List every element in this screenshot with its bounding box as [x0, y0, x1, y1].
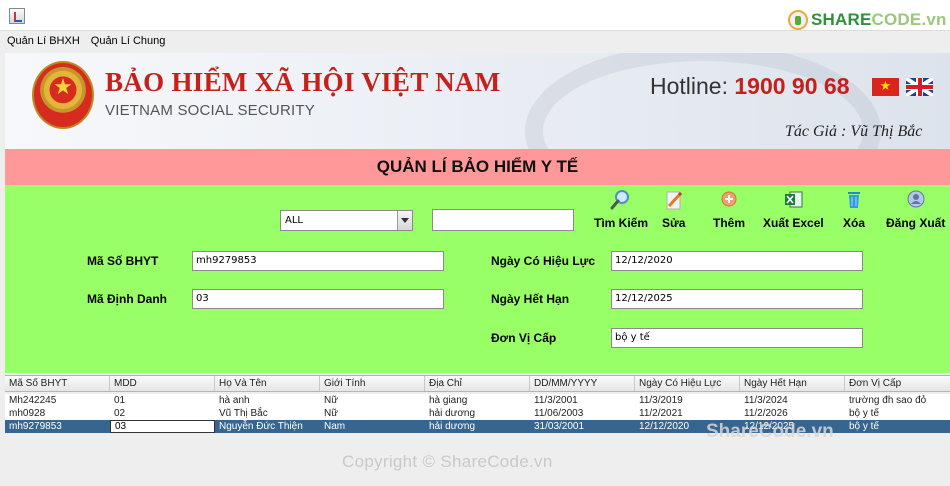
- table-cell[interactable]: Nguyễn Đức Thiện: [215, 420, 320, 433]
- table-cell[interactable]: 11/06/2003: [530, 407, 635, 420]
- column-header[interactable]: Mã Số BHYT: [5, 376, 110, 391]
- table-cell[interactable]: 11/3/2019: [635, 394, 740, 407]
- hotline: Hotline: 1900 90 68: [650, 73, 850, 100]
- sharecode-badge-icon: [788, 10, 808, 30]
- menu-quan-li-chung[interactable]: Quản Lí Chung: [84, 35, 170, 47]
- filter-selected-value: ALL: [285, 215, 303, 226]
- edit-button[interactable]: Sửa: [662, 189, 685, 230]
- table-cell[interactable]: hà giang: [425, 394, 530, 407]
- don-vi-cap-field[interactable]: bộ y tế: [611, 328, 863, 348]
- column-header[interactable]: MDD: [110, 376, 215, 391]
- add-button[interactable]: Thêm: [713, 189, 745, 230]
- chevron-down-icon[interactable]: [397, 211, 412, 230]
- magnifier-icon: [610, 189, 632, 211]
- pencil-icon: [663, 189, 685, 211]
- table-cell[interactable]: Vũ Thị Bắc: [215, 407, 320, 420]
- national-emblem-icon: ★: [32, 61, 94, 129]
- ma-dinh-danh-field[interactable]: 03: [192, 289, 444, 309]
- header-banner: ★ BẢO HIỂM XÃ HỘI VIỆT NAM VIETNAM SOCIA…: [5, 53, 950, 149]
- table-cell[interactable]: hải dương: [425, 407, 530, 420]
- table-row[interactable]: mh0928 02 Vũ Thị Bắc Nữ hải dương 11/06/…: [5, 407, 950, 420]
- logout-button-label: Đăng Xuất: [886, 216, 946, 230]
- menu-bar: Quản Lí BHXH Quản Lí Chung: [0, 31, 950, 51]
- user-icon: [905, 189, 927, 211]
- logo-code: CODE.vn: [871, 10, 947, 29]
- table-cell[interactable]: bộ y tế: [845, 420, 950, 433]
- ngay-co-hieu-luc-label: Ngày Có Hiệu Lực: [491, 254, 596, 268]
- delete-button-label: Xóa: [843, 216, 866, 230]
- table-cell[interactable]: 11/2/2026: [740, 407, 845, 420]
- table-cell[interactable]: Mh242245: [5, 394, 110, 407]
- ma-dinh-danh-label: Mã Định Danh: [87, 292, 167, 306]
- ngay-het-han-field[interactable]: 12/12/2025: [611, 289, 863, 309]
- filter-select[interactable]: ALL: [280, 210, 413, 231]
- table-cell[interactable]: mh0928: [5, 407, 110, 420]
- column-header[interactable]: Ngày Hết Hạn: [740, 376, 845, 391]
- java-app-icon: [9, 8, 25, 24]
- table-cell-editor[interactable]: 03: [110, 420, 215, 433]
- edit-button-label: Sửa: [662, 216, 686, 230]
- ngay-co-hieu-luc-field[interactable]: 12/12/2020: [611, 251, 863, 271]
- author-credit: Tác Giả : Vũ Thị Bắc: [785, 123, 923, 140]
- organization-name: BẢO HIỂM XÃ HỘI VIỆT NAM: [105, 67, 501, 97]
- uk-flag-icon[interactable]: [906, 78, 933, 96]
- plus-icon: [718, 189, 740, 211]
- table-cell[interactable]: mh9279853: [5, 420, 110, 433]
- trash-icon: [843, 189, 865, 211]
- column-header[interactable]: Đơn Vị Cấp: [845, 376, 950, 391]
- page-title: QUẢN LÍ BẢO HIỂM Y TẾ: [376, 157, 579, 176]
- vietnam-flag-icon[interactable]: ★: [872, 78, 899, 96]
- search-button[interactable]: Tìm Kiếm: [594, 189, 648, 230]
- ma-so-bhyt-label: Mã Số BHYT: [87, 254, 159, 268]
- excel-icon: [782, 189, 804, 211]
- sharecode-logo: SHARECODE.vn: [788, 9, 947, 31]
- logout-button[interactable]: Đăng Xuất: [886, 189, 945, 230]
- watermark-overlay: ShareCode.vn: [706, 421, 834, 442]
- table-cell[interactable]: 11/2/2021: [635, 407, 740, 420]
- don-vi-cap-label: Đơn Vị Cấp: [491, 331, 557, 345]
- logo-share: SHARE: [811, 10, 872, 29]
- table-cell[interactable]: 11/3/2024: [740, 394, 845, 407]
- column-header[interactable]: Họ Và Tên: [215, 376, 320, 391]
- column-header[interactable]: Địa Chỉ: [425, 376, 530, 391]
- delete-button[interactable]: Xóa: [843, 189, 865, 230]
- table-cell[interactable]: 01: [110, 394, 215, 407]
- copyright-watermark: Copyright © ShareCode.vn: [342, 452, 553, 471]
- search-input[interactable]: [432, 209, 574, 231]
- ngay-het-han-label: Ngày Hết Hạn: [491, 292, 570, 306]
- add-button-label: Thêm: [713, 216, 746, 230]
- table-cell[interactable]: bộ y tế: [845, 407, 950, 420]
- organization-subtitle: VIETNAM SOCIAL SECURITY: [105, 102, 315, 119]
- table-cell[interactable]: hải dương: [425, 420, 530, 433]
- column-header[interactable]: DD/MM/YYYY: [530, 376, 635, 391]
- ma-so-bhyt-field[interactable]: mh9279853: [192, 251, 444, 271]
- export-excel-button[interactable]: Xuất Excel: [763, 189, 824, 230]
- export-excel-label: Xuất Excel: [763, 216, 824, 230]
- table-header: Mã Số BHYT MDD Họ Và Tên Giới Tính Địa C…: [5, 375, 950, 392]
- table-cell[interactable]: Nam: [320, 420, 425, 433]
- table-cell[interactable]: 02: [110, 407, 215, 420]
- table-cell[interactable]: Nữ: [320, 394, 425, 407]
- table-cell[interactable]: 11/3/2001: [530, 394, 635, 407]
- table-cell[interactable]: Nữ: [320, 407, 425, 420]
- menu-quan-li-bhxh[interactable]: Quản Lí BHXH: [0, 35, 84, 47]
- table-cell[interactable]: 31/03/2001: [530, 420, 635, 433]
- table-cell[interactable]: hà anh: [215, 394, 320, 407]
- page-title-bar: QUẢN LÍ BẢO HIỂM Y TẾ: [5, 149, 950, 185]
- column-header[interactable]: Ngày Có Hiệu Lực: [635, 376, 740, 391]
- hotline-label: Hotline:: [650, 73, 728, 99]
- star-icon: ★: [53, 75, 73, 100]
- search-button-label: Tìm Kiếm: [594, 216, 649, 230]
- table-cell[interactable]: trường đh sao đỏ: [845, 394, 950, 407]
- window-title-bar: SHARECODE.vn: [0, 0, 950, 31]
- column-header[interactable]: Giới Tính: [320, 376, 425, 391]
- hotline-number: 1900 90 68: [734, 73, 850, 99]
- table-row[interactable]: Mh242245 01 hà anh Nữ hà giang 11/3/2001…: [5, 394, 950, 407]
